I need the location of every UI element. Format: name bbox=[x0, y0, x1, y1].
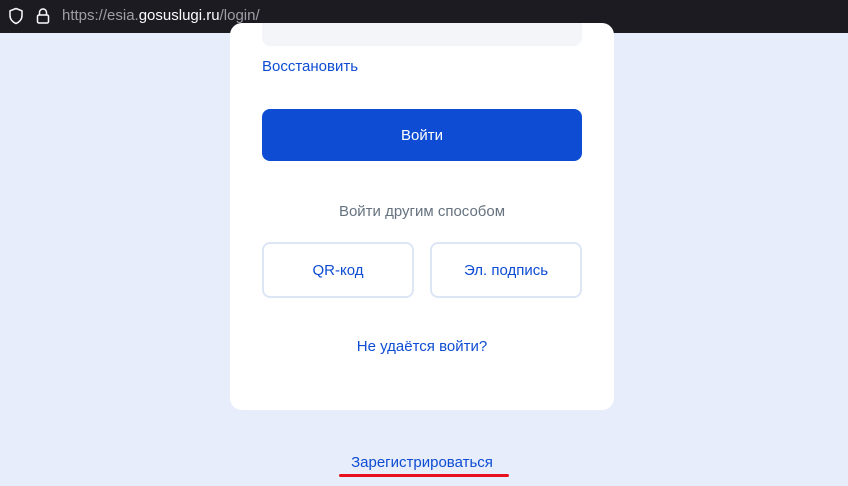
login-page: Восстановить Войти Войти другим способом… bbox=[0, 23, 848, 486]
register-link[interactable]: Зарегистрироваться bbox=[0, 453, 844, 473]
url-prefix: https://esia. bbox=[62, 7, 139, 24]
qr-code-button[interactable]: QR-код bbox=[262, 242, 414, 298]
url-text[interactable]: https://esia.gosuslugi.ru/login/ bbox=[62, 7, 260, 25]
shield-icon[interactable] bbox=[7, 7, 25, 25]
url-path: /login/ bbox=[219, 7, 260, 24]
red-underline-annotation bbox=[339, 474, 509, 477]
lock-icon[interactable] bbox=[34, 7, 52, 25]
login-button[interactable]: Войти bbox=[262, 109, 582, 161]
login-card: Восстановить Войти Войти другим способом… bbox=[230, 23, 614, 410]
restore-password-link[interactable]: Восстановить bbox=[262, 57, 358, 77]
electronic-signature-button[interactable]: Эл. подпись bbox=[430, 242, 582, 298]
url-domain: gosuslugi.ru bbox=[138, 7, 220, 24]
password-field[interactable] bbox=[262, 23, 582, 46]
cannot-login-link[interactable]: Не удаётся войти? bbox=[262, 337, 582, 357]
alt-login-methods-label: Войти другим способом bbox=[338, 203, 506, 220]
